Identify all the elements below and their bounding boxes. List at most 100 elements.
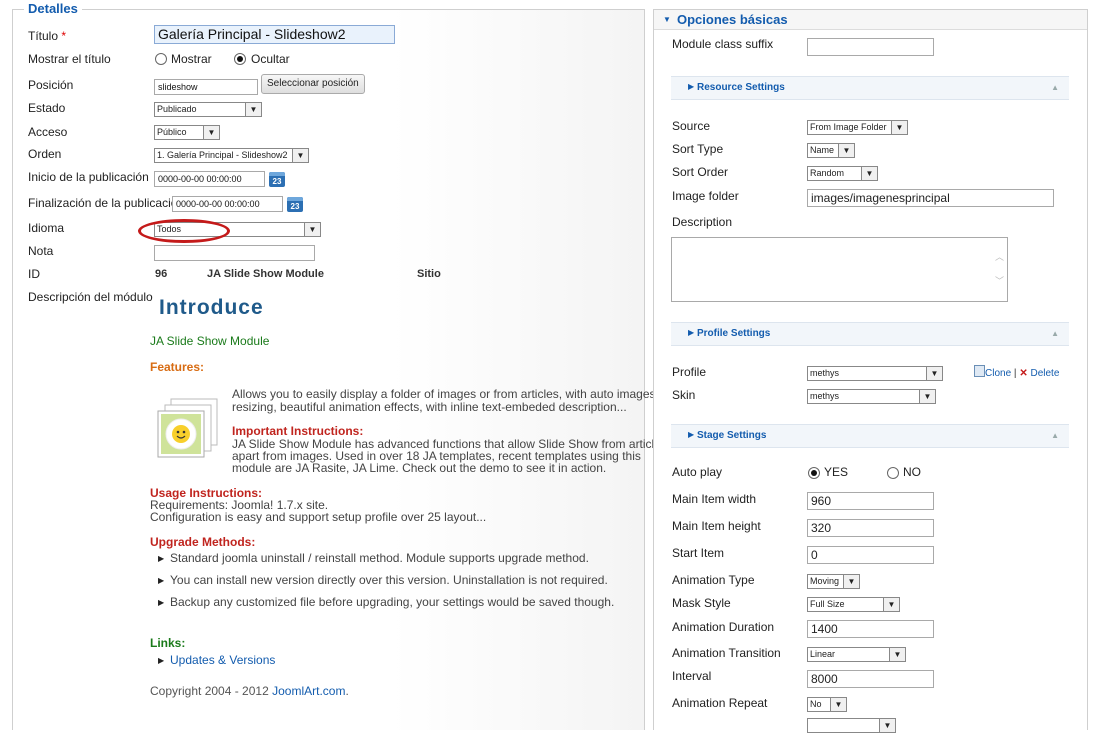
main-item-height-input[interactable]: 320 (807, 519, 934, 537)
start-item-label: Start Item (672, 546, 725, 560)
sort-order-select[interactable]: Random ▼ (807, 166, 878, 181)
collapse-triangle-icon: ▼ (663, 15, 671, 24)
required-marker: * (61, 29, 67, 43)
mask-style-select[interactable]: Full Size ▼ (807, 597, 900, 612)
estado-select[interactable]: Publicado ▼ (154, 102, 262, 117)
animation-type-select[interactable]: Moving ▼ (807, 574, 860, 589)
annotation-ellipse (138, 219, 230, 243)
orden-select[interactable]: 1. Galería Principal - Slideshow2 ▼ (154, 148, 309, 163)
ocultar-radio[interactable] (234, 53, 246, 65)
sort-order-label: Sort Order (672, 165, 729, 179)
animation-transition-select[interactable]: Linear ▼ (807, 647, 906, 662)
profile-select[interactable]: methys ▼ (807, 366, 943, 381)
auto-play-yes-radio[interactable] (808, 467, 820, 479)
details-fieldset (12, 9, 645, 730)
clone-icon[interactable] (974, 365, 985, 377)
mostrar-radio[interactable] (155, 53, 167, 65)
delete-link[interactable]: Delete (1030, 368, 1059, 379)
module-class-suffix-input[interactable] (807, 38, 934, 56)
module-class-suffix-label: Module class suffix (672, 37, 774, 51)
module-name-link[interactable]: JA Slide Show Module (150, 334, 269, 348)
chevron-down-icon: ▼ (843, 575, 859, 588)
details-legend: Detalles (24, 1, 82, 16)
id-label: ID (28, 267, 40, 281)
estado-label: Estado (28, 101, 66, 115)
bullet-icon: ▶ (158, 576, 165, 585)
copyright-text: Copyright 2004 - 2012 (150, 684, 273, 698)
upgrade-item: You can install new version directly ove… (170, 573, 608, 587)
main-item-width-input[interactable]: 960 (807, 492, 934, 510)
mostrar-option-label: Mostrar (171, 52, 212, 66)
upgrade-item: Standard joomla uninstall / reinstall me… (170, 551, 589, 565)
chevron-down-icon: ▼ (830, 698, 846, 711)
image-folder-input[interactable]: images/imagenesprincipal (807, 189, 1054, 207)
descripcion-label: Descripción del módulo (28, 290, 153, 304)
expand-triangle-icon: ▶ (688, 82, 695, 91)
image-folder-label: Image folder (672, 189, 739, 203)
introduce-heading: Introduce (159, 296, 264, 319)
nota-label: Nota (28, 244, 54, 258)
animation-duration-input[interactable]: 1400 (807, 620, 934, 638)
sort-order-select-value: Random (810, 168, 845, 178)
seleccionar-posicion-button[interactable]: Seleccionar posición (261, 74, 365, 94)
scroll-up-icon[interactable]: ︿ (995, 250, 1004, 263)
acceso-select[interactable]: Público ▼ (154, 125, 220, 140)
acceso-label: Acceso (28, 125, 68, 139)
start-item-input[interactable]: 0 (807, 546, 934, 564)
idioma-label: Idioma (28, 221, 65, 235)
posicion-input[interactable]: slideshow (154, 79, 258, 95)
calendar-icon[interactable]: 23 (269, 172, 285, 187)
source-select-value: From Image Folder (810, 122, 887, 132)
no-label: NO (903, 465, 921, 479)
source-select[interactable]: From Image Folder ▼ (807, 120, 908, 135)
animation-repeat-select[interactable]: No ▼ (807, 697, 847, 712)
bullet-icon: ▶ (158, 554, 165, 563)
estado-select-value: Publicado (157, 104, 197, 114)
next-select-partial[interactable]: ▼ (807, 718, 896, 733)
chevron-down-icon: ▼ (304, 223, 320, 236)
animation-type-select-value: Moving (810, 576, 840, 586)
nota-input[interactable] (154, 245, 315, 261)
features-heading: Features: (150, 360, 205, 374)
joomlart-link[interactable]: JoomlArt.com (272, 684, 345, 698)
chevron-up-icon: ▲ (1051, 329, 1059, 338)
description-textarea[interactable]: ︿ ﹀ (671, 237, 1008, 302)
sort-type-label: Sort Type (672, 142, 724, 156)
animation-repeat-select-value: No (810, 699, 822, 709)
stage-settings-title: Stage Settings (697, 430, 767, 441)
calendar-icon[interactable]: 23 (287, 197, 303, 212)
interval-input[interactable]: 8000 (807, 670, 934, 688)
inicio-input[interactable]: 0000-00-00 00:00:00 (154, 171, 265, 187)
clone-link[interactable]: Clone (985, 368, 1011, 379)
titulo-input[interactable]: Galería Principal - Slideshow2 (154, 25, 395, 44)
sort-type-select[interactable]: Name ▼ (807, 143, 855, 158)
copyright-end: . (345, 684, 349, 698)
chevron-down-icon: ▼ (292, 149, 308, 162)
skin-select[interactable]: methys ▼ (807, 389, 936, 404)
chevron-down-icon: ▼ (861, 167, 877, 180)
scroll-down-icon[interactable]: ﹀ (995, 274, 1004, 287)
bullet-icon: ▶ (158, 656, 165, 665)
sort-type-select-value: Name (810, 145, 835, 155)
skin-select-value: methys (810, 391, 840, 401)
chevron-up-icon: ▲ (1051, 431, 1059, 440)
orden-label: Orden (28, 147, 62, 161)
profile-label: Profile (672, 365, 707, 379)
fin-input[interactable]: 0000-00-00 00:00:00 (172, 196, 283, 212)
animation-duration-label: Animation Duration (672, 620, 775, 634)
acceso-select-value: Público (157, 127, 187, 137)
module-type: JA Slide Show Module (207, 268, 324, 280)
options-header[interactable]: ▼ Opciones básicas (654, 10, 1087, 30)
auto-play-no-radio[interactable] (887, 467, 899, 479)
chevron-down-icon: ▼ (889, 648, 905, 661)
options-header-title: Opciones básicas (677, 12, 788, 27)
updates-versions-link[interactable]: Updates & Versions (170, 653, 275, 667)
animation-repeat-label: Animation Repeat (672, 696, 768, 710)
id-value: 96 (155, 268, 168, 280)
stage-settings-section[interactable]: ▶ Stage Settings ▲ (671, 424, 1069, 448)
source-label: Source (672, 119, 711, 133)
profile-settings-section[interactable]: ▶ Profile Settings ▲ (671, 322, 1069, 346)
resource-settings-section[interactable]: ▶ Resource Settings ▲ (671, 76, 1069, 100)
auto-play-label: Auto play (672, 465, 723, 479)
delete-icon[interactable]: ✕ (1019, 368, 1027, 379)
